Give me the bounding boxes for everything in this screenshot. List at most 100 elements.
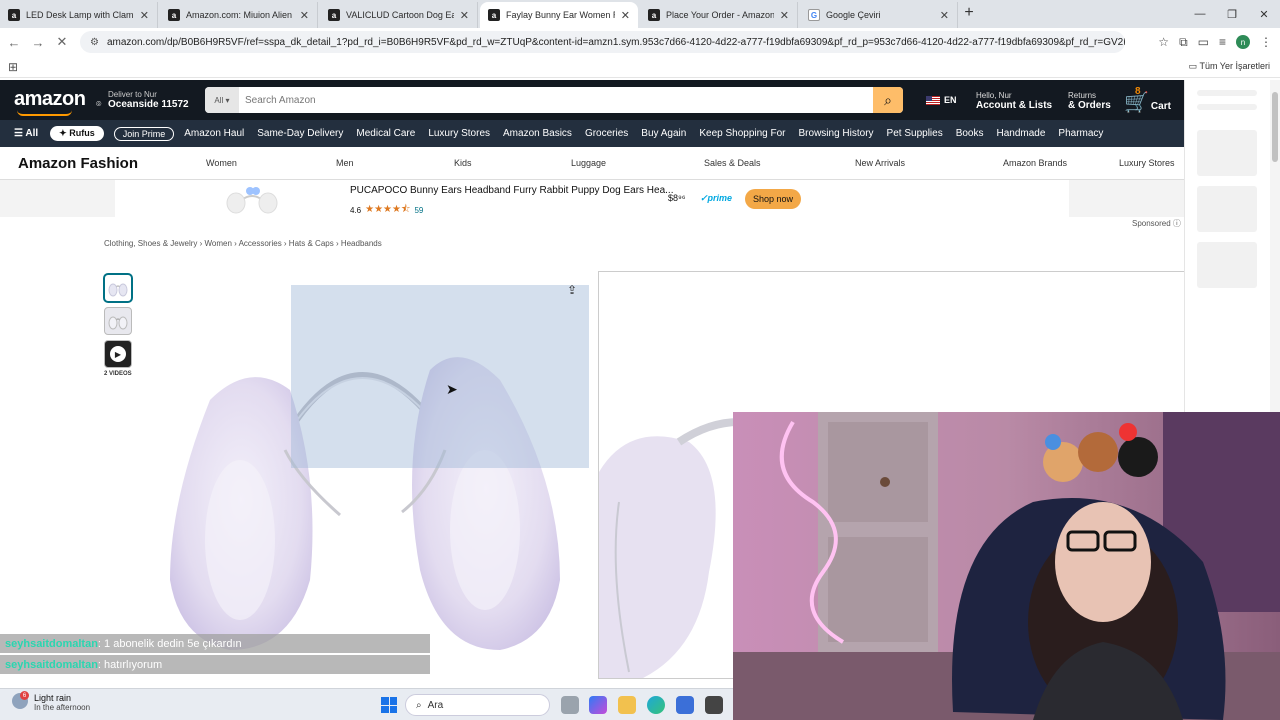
weather-widget[interactable]: 6 Light rain In the afternoon — [12, 691, 90, 712]
search-icon: ⌕ — [884, 91, 892, 108]
fashion-nav-item[interactable]: Luggage — [571, 158, 606, 168]
nav-item[interactable]: Pharmacy — [1058, 128, 1103, 139]
deliver-to[interactable]: ⌾ Deliver to Nur Oceanside 11572 — [96, 90, 189, 110]
windows-start-icon[interactable] — [381, 697, 397, 713]
all-bookmarks-link[interactable]: ▭ Tüm Yer İşaretleri — [1189, 61, 1270, 72]
language-selector[interactable]: EN — [926, 95, 957, 105]
nav-item[interactable]: Groceries — [585, 128, 628, 139]
fashion-nav-item[interactable]: Amazon Brands — [1003, 158, 1067, 168]
tab-close-icon[interactable]: ✕ — [621, 9, 630, 22]
fashion-nav-item[interactable]: Women — [206, 158, 237, 168]
profile-avatar[interactable]: n — [1236, 35, 1250, 49]
account-lists[interactable]: Hello, Nur Account & Lists — [976, 91, 1052, 111]
share-icon[interactable]: ⇪ — [567, 283, 577, 297]
browser-tab[interactable]: a Faylay Bunny Ear Women Rabbi ✕ — [480, 2, 638, 28]
rufus-button[interactable]: ✦ Rufus — [50, 126, 104, 141]
minimize-icon[interactable]: — — [1184, 0, 1216, 28]
sponsored-label[interactable]: Sponsored ⓘ — [1132, 218, 1181, 229]
fashion-nav-item[interactable]: Men — [336, 158, 354, 168]
join-prime-button[interactable]: Join Prime — [113, 126, 175, 141]
nav-item[interactable]: Pet Supplies — [887, 128, 943, 139]
site-settings-icon[interactable]: ⚙ — [90, 37, 99, 48]
cart-button[interactable]: 🛒 8 Cart — [1124, 86, 1171, 115]
tab-favicon-icon: a — [328, 9, 340, 21]
tab-close-icon[interactable]: ✕ — [140, 9, 149, 22]
nav-item[interactable]: Buy Again — [641, 128, 686, 139]
ad-stars-icon: ★★★★⯪ — [365, 204, 411, 215]
app-icon[interactable] — [705, 696, 723, 714]
url-field[interactable]: ⚙ amazon.com/dp/B0B6H9R5VF/ref=sspa_dk_d… — [80, 31, 1125, 53]
nav-item[interactable]: Browsing History — [799, 128, 874, 139]
cast-icon[interactable]: ▭ — [1198, 35, 1209, 49]
browser-tab[interactable]: a Amazon.com: Miuion Alien Hea ✕ — [160, 2, 318, 28]
amazon-fashion-title[interactable]: Amazon Fashion — [18, 155, 138, 172]
task-view-icon[interactable] — [561, 696, 579, 714]
ad-product-thumbnail[interactable] — [220, 183, 284, 215]
store-icon[interactable] — [676, 696, 694, 714]
fashion-nav-item[interactable]: Kids — [454, 158, 472, 168]
browser-tab[interactable]: a VALICLUD Cartoon Dog Ears He ✕ — [320, 2, 478, 28]
forward-icon[interactable]: → — [26, 30, 50, 54]
bookmark-star-icon[interactable]: ☆ — [1158, 35, 1169, 49]
new-tab-button[interactable]: + — [955, 0, 983, 26]
tab-favicon-icon: a — [168, 9, 180, 21]
tab-close-icon[interactable]: ✕ — [780, 9, 789, 22]
nav-item[interactable]: Keep Shopping For — [699, 128, 785, 139]
nav-item[interactable]: Same-Day Delivery — [257, 128, 343, 139]
video-thumbnail[interactable]: ▶ — [104, 340, 132, 368]
nav-item[interactable]: Amazon Haul — [184, 128, 244, 139]
prime-badge: ✓prime — [700, 193, 733, 203]
restore-icon[interactable]: ❐ — [1216, 0, 1248, 28]
browser-tab[interactable]: a Place Your Order - Amazon Che ✕ — [640, 2, 798, 28]
fashion-nav-item[interactable]: Sales & Deals — [704, 158, 761, 168]
stop-loading-icon[interactable]: ✕ — [50, 30, 74, 54]
edge-icon[interactable] — [647, 696, 665, 714]
thumbnail-1[interactable] — [104, 274, 132, 302]
nav-item[interactable]: Amazon Basics — [503, 128, 572, 139]
search-button[interactable]: ⌕ — [873, 87, 903, 113]
address-bar-row: ← → ✕ ⚙ amazon.com/dp/B0B6H9R5VF/ref=ssp… — [0, 28, 1280, 56]
chat-message: seyhsaitdomaltan : hatırlıyorum — [0, 655, 430, 674]
tab-title: Amazon.com: Miuion Alien Hea — [186, 10, 294, 20]
taskbar-search[interactable]: ⌕ Ara — [405, 694, 550, 716]
all-menu-label: All — [25, 128, 39, 139]
tab-search-icon[interactable]: ≡ — [1219, 35, 1226, 49]
nav-item[interactable]: Books — [956, 128, 984, 139]
back-icon[interactable]: ← — [2, 30, 26, 54]
amazon-logo[interactable]: amazon — [14, 88, 86, 116]
nav-item[interactable]: Luxury Stores — [428, 128, 490, 139]
search-input[interactable]: Search Amazon — [239, 87, 873, 113]
sponsored-ad-banner[interactable]: PUCAPOCO Bunny Ears Headband Furry Rabbi… — [0, 180, 1184, 217]
amazon-nav: ☰ All ✦ Rufus Join Prime Amazon Haul Same… — [0, 120, 1184, 147]
shop-now-button[interactable]: Shop now — [745, 189, 801, 209]
us-flag-icon — [926, 95, 940, 105]
menu-icon[interactable]: ⋮ — [1260, 35, 1272, 49]
extensions-icon[interactable]: ⧉ — [1179, 35, 1188, 50]
videos-count-label[interactable]: 2 VIDEOS — [104, 371, 132, 377]
nav-item[interactable]: Medical Care — [356, 128, 415, 139]
fashion-nav-item[interactable]: New Arrivals — [855, 158, 905, 168]
weather-badge: 6 — [20, 691, 29, 700]
close-window-icon[interactable]: ✕ — [1248, 0, 1280, 28]
ad-title[interactable]: PUCAPOCO Bunny Ears Headband Furry Rabbi… — [350, 185, 673, 196]
ad-review-count[interactable]: 59 — [414, 206, 423, 215]
fashion-nav-item[interactable]: Luxury Stores — [1119, 158, 1175, 168]
tab-close-icon[interactable]: ✕ — [460, 9, 469, 22]
search-category-select[interactable]: All ▾ — [205, 87, 239, 113]
browser-tab[interactable]: a LED Desk Lamp with Clamp,Adj ✕ — [0, 2, 158, 28]
browser-tab[interactable]: G Google Çeviri ✕ — [800, 2, 958, 28]
nav-item[interactable]: Handmade — [997, 128, 1046, 139]
returns-orders[interactable]: Returns & Orders — [1068, 91, 1111, 111]
thumbnail-2[interactable] — [104, 307, 132, 335]
bookmarks-bar: ⊞ ▭ Tüm Yer İşaretleri — [0, 56, 1280, 78]
tab-title: LED Desk Lamp with Clamp,Adj — [26, 10, 134, 20]
apps-grid-icon[interactable]: ⊞ — [8, 60, 18, 74]
all-menu-button[interactable]: ☰ All — [14, 128, 38, 139]
tab-close-icon[interactable]: ✕ — [940, 9, 949, 22]
file-explorer-icon[interactable] — [618, 696, 636, 714]
search-placeholder: Search Amazon — [245, 94, 316, 106]
tab-close-icon[interactable]: ✕ — [300, 9, 309, 22]
copilot-icon[interactable] — [589, 696, 607, 714]
breadcrumb[interactable]: Clothing, Shoes & Jewelry › Women › Acce… — [104, 239, 382, 248]
cart-icon: 🛒 8 — [1124, 86, 1149, 114]
